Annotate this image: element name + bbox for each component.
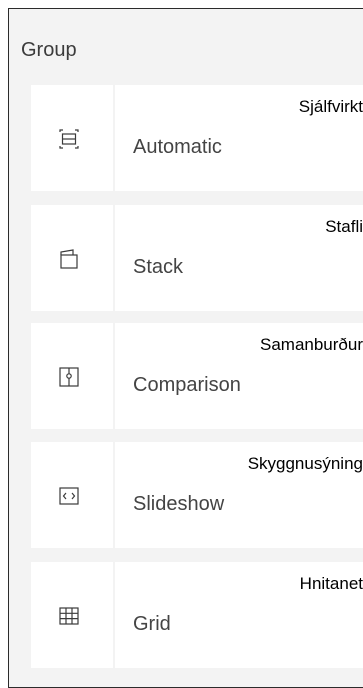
option-grid-icon-tile (31, 562, 113, 668)
option-automatic-icon-tile (31, 85, 113, 191)
option-comparison-icon-tile (31, 323, 113, 429)
option-slideshow-label: Slideshow (133, 493, 225, 515)
option-slideshow-icon-tile (31, 442, 113, 548)
option-stack-icon-tile (31, 205, 113, 311)
option-automatic-note: Sjálfvirkt (298, 97, 363, 116)
slideshow-icon (59, 487, 79, 505)
option-comparison-label: Comparison (133, 374, 241, 396)
option-comparison-note: Samanburður (259, 335, 363, 354)
option-grid-note: Hnitanet (299, 574, 363, 593)
option-grid[interactable]: Hnitanet Grid (31, 562, 363, 668)
option-stack-label-tile: Stafli Stack (115, 205, 363, 311)
automatic-layout-icon (59, 129, 79, 149)
option-comparison-label-tile: Samanburður Comparison (115, 323, 363, 429)
option-slideshow-note: Skyggnusýning (247, 454, 363, 473)
option-automatic-label-tile: Sjálfvirkt Automatic (115, 85, 363, 191)
option-grid-label-tile: Hnitanet Grid (115, 562, 363, 668)
option-stack[interactable]: Stafli Stack (31, 205, 363, 311)
group-title: Group (21, 39, 77, 61)
option-grid-label: Grid (133, 613, 171, 635)
option-automatic-label: Automatic (133, 136, 222, 158)
option-slideshow-label-tile: Skyggnusýning Slideshow (115, 442, 363, 548)
option-stack-label: Stack (133, 256, 184, 278)
comparison-icon (59, 367, 79, 387)
option-slideshow[interactable]: Skyggnusýning Slideshow (31, 442, 363, 548)
option-comparison[interactable]: Samanburður Comparison (31, 323, 363, 429)
option-stack-note: Stafli (325, 217, 363, 236)
option-automatic[interactable]: Sjálfvirkt Automatic (31, 85, 363, 191)
grid-icon (59, 607, 79, 625)
stack-icon (60, 249, 78, 269)
